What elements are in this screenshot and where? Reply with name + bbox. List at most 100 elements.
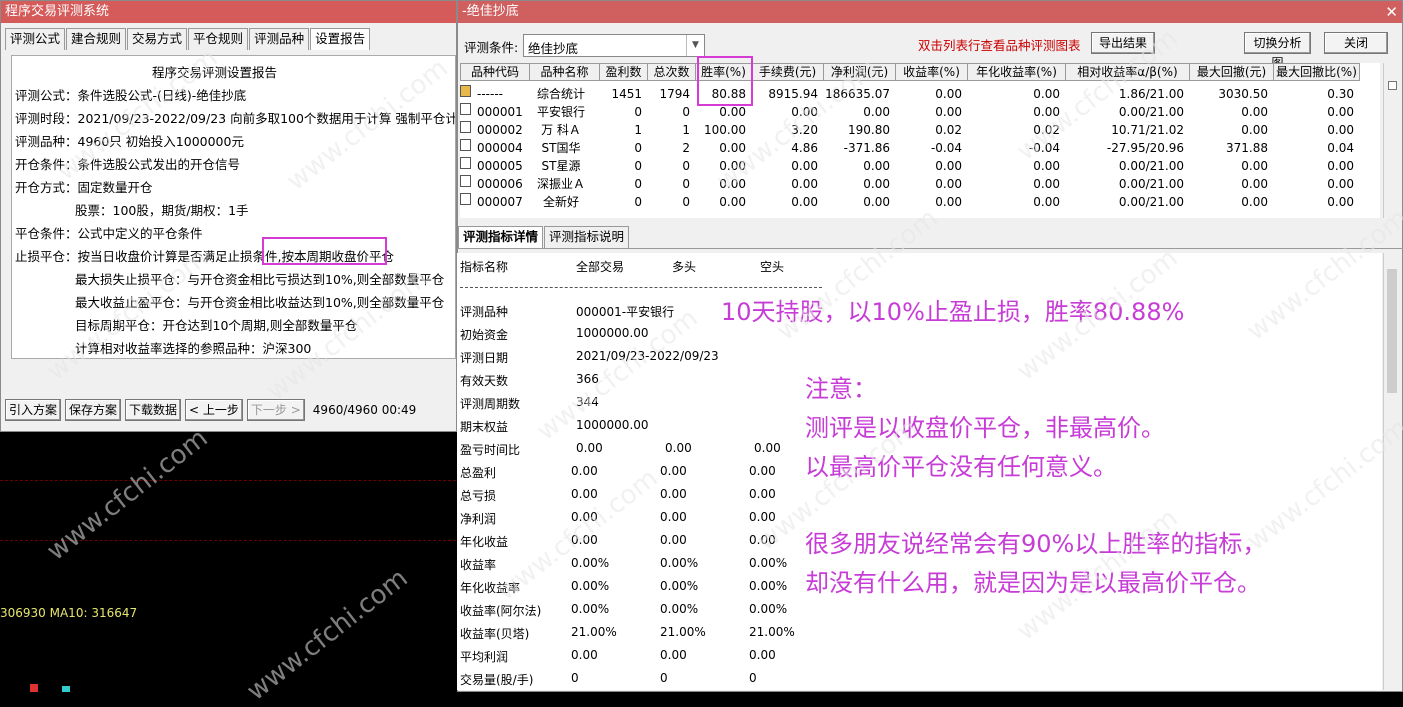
table-cell: 0.00 — [863, 177, 890, 191]
metric-name: 收益率(贝塔) — [460, 627, 530, 641]
switch-chart-button[interactable]: 切换分析图 — [1244, 32, 1311, 70]
col-header[interactable]: 最大回撤(元) — [1190, 63, 1274, 81]
metric-name: 期末权益 — [460, 420, 509, 434]
tab-trade-mode[interactable]: 交易方式 — [127, 28, 188, 50]
table-cell: 0.00 — [1033, 159, 1060, 173]
table-cell: 1 — [634, 123, 642, 137]
col-header[interactable]: 盈利数 — [600, 63, 648, 81]
table-cell: 0.00 — [1241, 177, 1268, 191]
table-cell: 0.00 — [935, 87, 962, 101]
table-cell: -371.86 — [843, 141, 890, 155]
tab-instruments[interactable]: 评测品种 — [249, 28, 310, 50]
table-row[interactable]: 000001 平安银行 0 0 0.00 0.00 0.00 0.00 0.00 0.00/21.… — [460, 103, 1358, 121]
table-cell: ------ — [477, 87, 503, 101]
table-cell: 2 — [682, 141, 690, 155]
table-cell: 0 — [634, 159, 642, 173]
table-cell: 000002 — [477, 123, 523, 137]
document-icon — [460, 121, 471, 133]
col-header[interactable]: 总次数 — [648, 63, 696, 81]
table-scrollbar[interactable] — [1383, 63, 1400, 218]
col-header[interactable]: 手续费(元) — [752, 63, 824, 81]
table-cell: 0.00 — [1327, 105, 1354, 119]
report-line: 开仓方式：固定数量开仓 — [15, 180, 153, 195]
table-row[interactable]: 000006 深振业Ａ 0 0 0.00 0.00 0.00 0.00 0.00 0.00/21.… — [460, 175, 1358, 193]
table-cell: 1451 — [611, 87, 642, 101]
annotation-note-title: 注意： — [805, 375, 877, 403]
table-cell: 0.04 — [1327, 141, 1354, 155]
metric-value: 0.00 — [660, 487, 687, 501]
metric-name: 净利润 — [460, 512, 497, 526]
table-cell: 0.00 — [1327, 159, 1354, 173]
close-button[interactable]: 关闭 — [1324, 32, 1388, 54]
close-icon[interactable]: ✕ — [1385, 1, 1398, 23]
detail-col-all: 全部交易 — [576, 260, 625, 274]
table-cell: 000007 — [477, 195, 523, 209]
save-plan-button[interactable]: 保存方案 — [65, 399, 122, 421]
table-row[interactable]: 000004 ST国华 0 2 0.00 4.86 -371.86 -0.04 -0.04 -27… — [460, 139, 1358, 157]
table-cell: 0.00/21.00 — [1118, 177, 1184, 191]
prev-step-button[interactable]: < 上一步 — [185, 399, 243, 421]
table-cell: 0.00 — [1033, 87, 1060, 101]
chevron-down-icon[interactable]: ▼ — [686, 35, 704, 56]
table-cell: 0.00 — [1241, 123, 1268, 137]
table-cell: 0.00 — [935, 177, 962, 191]
hint-text: 双击列表行查看品种评测图表 — [918, 38, 1081, 53]
watermark-text: www.cfchi.com — [41, 423, 214, 567]
metric-value: 1000000.00 — [576, 418, 649, 432]
col-header[interactable]: 年化收益率(%) — [968, 63, 1066, 81]
table-cell: 0 — [634, 105, 642, 119]
table-cell: 0.00 — [1241, 105, 1268, 119]
tab-detail-metrics[interactable]: 评测指标详情 — [458, 226, 544, 248]
results-table: 品种代码 品种名称 盈利数 总次数 胜率(%) 手续费(元) 净利润(元) 收益… — [460, 63, 1380, 218]
metric-value: 0.00% — [660, 556, 699, 570]
metric-value: 0.00% — [660, 602, 699, 616]
table-cell: 0.00/21.00 — [1118, 159, 1184, 173]
metric-value: 0.00% — [749, 556, 788, 570]
checkbox-icon — [1388, 81, 1397, 90]
detail-scrollbar[interactable] — [1383, 253, 1400, 690]
download-data-button[interactable]: 下载数据 — [125, 399, 182, 421]
metric-value: 0 — [749, 671, 757, 685]
table-cell: 100.00 — [704, 123, 746, 137]
metric-value: 1000000.00 — [576, 326, 649, 340]
metric-value: 0.00 — [754, 441, 781, 455]
table-row[interactable]: 000002 万 科Ａ 1 1 100.00 3.20 190.80 0.02 0.02 10.7… — [460, 121, 1358, 139]
tab-settings-report[interactable]: 设置报告 — [310, 28, 371, 50]
table-cell: 0.00 — [1241, 195, 1268, 209]
col-header[interactable]: 品种名称 — [530, 63, 600, 81]
col-header[interactable]: 收益率(%) — [896, 63, 968, 81]
table-cell: 0.00 — [935, 195, 962, 209]
cond-select[interactable]: 绝佳抄底 ▼ — [523, 34, 705, 57]
table-cell: 0.00 — [935, 159, 962, 173]
metric-name: 盈亏时间比 — [460, 443, 521, 457]
col-header[interactable]: 最大回撤比(%) — [1274, 63, 1360, 81]
table-cell: ST星源 — [541, 159, 581, 173]
metric-value: 0 — [571, 671, 579, 685]
table-cell: 0 — [634, 177, 642, 191]
cond-label: 评测条件: — [464, 40, 519, 55]
table-cell: 0 — [682, 159, 690, 173]
annotation-note-3: 很多朋友说经常会有90%以上胜率的指标， — [805, 530, 1267, 558]
table-cell: 0 — [634, 141, 642, 155]
table-row[interactable]: ------ 综合统计 1451 1794 80.88 8915.94 186635.07 0… — [460, 85, 1358, 103]
table-cell: 0.00 — [1033, 177, 1060, 191]
table-cell: 深振业Ａ — [536, 177, 585, 191]
table-header: 品种代码 品种名称 盈利数 总次数 胜率(%) 手续费(元) 净利润(元) 收益… — [460, 63, 1360, 81]
scroll-thumb[interactable] — [1387, 269, 1397, 393]
cond-select-value: 绝佳抄底 — [528, 41, 579, 56]
table-cell: -0.04 — [930, 141, 962, 155]
table-cell: 190.80 — [848, 123, 890, 137]
import-plan-button[interactable]: 引入方案 — [5, 399, 62, 421]
tab-formula[interactable]: 评测公式 — [5, 28, 66, 50]
table-row[interactable]: 000007 全新好 0 0 0.00 0.00 0.00 0.00 0.00 0.00/21.0… — [460, 193, 1358, 211]
metric-name: 总盈利 — [460, 466, 497, 480]
tab-metric-explain[interactable]: 评测指标说明 — [544, 226, 630, 248]
tab-close-rules[interactable]: 平仓规则 — [188, 28, 249, 50]
metric-value: 0.00 — [571, 464, 598, 478]
col-header[interactable]: 品种代码 — [460, 63, 530, 81]
table-row[interactable]: 000005 ST星源 0 0 0.00 0.00 0.00 0.00 0.00 0.00/21.… — [460, 157, 1358, 175]
table-cell: 000004 — [477, 141, 523, 155]
tab-open-rules[interactable]: 建合规则 — [66, 28, 127, 50]
table-cell: 0 — [682, 177, 690, 191]
table-cell: 0.00 — [791, 177, 818, 191]
